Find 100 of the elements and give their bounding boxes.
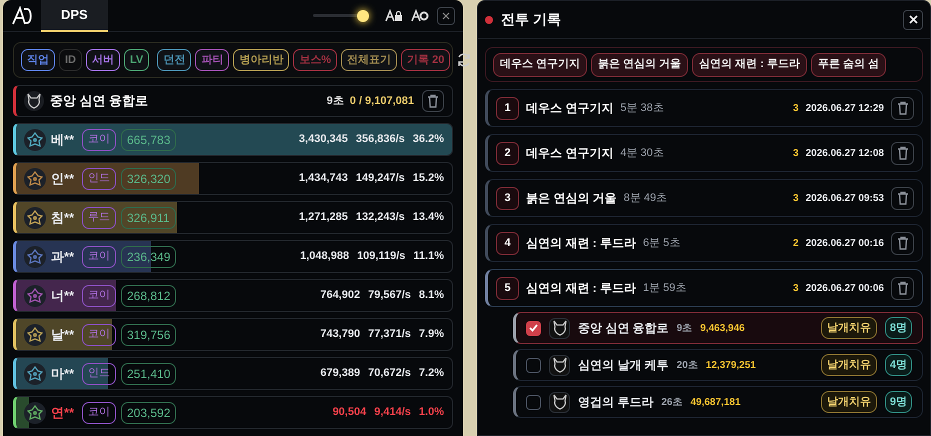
damage-per-second: 79,567/s	[368, 288, 411, 304]
record-row[interactable]: 1 데우스 연구기지 5분 38초 3 2026.06.27 12:29	[485, 89, 923, 127]
close-icon	[908, 15, 918, 24]
player-row[interactable]: 너** 코이 268,812 764,902 79,567/s 8.1%	[13, 279, 453, 312]
emblem-icon	[24, 362, 46, 384]
record-duration: 5분 38초	[620, 100, 664, 116]
damage-share: 7.9%	[418, 327, 444, 342]
delete-button[interactable]	[891, 142, 914, 164]
emblem-icon	[24, 284, 46, 306]
power-tag: 319,756	[121, 324, 176, 346]
record-datetime: 2026.06.27 00:16	[806, 236, 884, 250]
party-size-tag: 8명	[884, 317, 912, 339]
player-row[interactable]: 마** 인드 251,410 679,389 70,672/s 7.2%	[13, 357, 453, 390]
damage-share: 15.2%	[412, 171, 444, 186]
dungeon-tag[interactable]: 푸른 숨의 섬	[811, 52, 886, 76]
record-row[interactable]: 4 심연의 재련 : 루드라 6분 5초 2 2026.06.27 00:16	[485, 224, 923, 262]
player-row[interactable]: 과** 코이 236,349 1,048,988 109,119/s 11.1%	[13, 240, 453, 273]
record-count: 3	[793, 146, 799, 160]
record-datetime: 2026.06.27 12:08	[806, 146, 884, 160]
refresh-icon[interactable]	[456, 52, 472, 68]
record-duration: 4분 30초	[620, 146, 664, 161]
class-tag: 인드	[82, 168, 116, 190]
dungeon-tag[interactable]: 데우스 연구기지	[493, 52, 588, 76]
font-settings-icon[interactable]	[411, 8, 429, 22]
record-name: 심연의 재련 : 루드라	[526, 235, 636, 252]
class-tag: 루드	[82, 206, 116, 228]
record-name: 붉은 연심의 거울	[526, 190, 617, 207]
player-name: 연**	[51, 404, 76, 422]
player-name: 침**	[51, 208, 76, 227]
damage-per-second: 70,672/s	[368, 366, 411, 382]
record-row[interactable]: 5 심연의 재련 : 루드라 1분 59초 3 2026.06.27 00:06	[485, 269, 923, 307]
record-datetime: 2026.06.27 00:06	[806, 282, 884, 296]
delete-button[interactable]	[891, 232, 914, 254]
record-number: 5	[496, 276, 519, 300]
record-number: 1	[496, 96, 519, 120]
horned-head-icon	[550, 319, 568, 337]
dps-tab[interactable]: DPS	[41, 0, 108, 32]
emblem-icon	[24, 324, 46, 346]
font-lock-icon[interactable]	[385, 8, 403, 22]
record-name: 데우스 연구기지	[526, 145, 614, 162]
check-icon	[529, 324, 538, 332]
player-row[interactable]: 날** 코이 319,756 743,790 77,371/s 7.9%	[13, 318, 453, 351]
filter-chip[interactable]: 파티	[195, 49, 230, 71]
horned-head-icon	[25, 92, 43, 110]
total-damage: 679,389	[320, 366, 360, 382]
power-tag: 251,410	[121, 362, 176, 384]
delete-button[interactable]	[891, 276, 914, 300]
boss-time: 9초	[676, 322, 692, 336]
power-tag: 268,812	[121, 284, 176, 306]
delete-button[interactable]	[891, 186, 914, 210]
filter-chip[interactable]: 던전	[157, 49, 192, 71]
emblem-icon	[24, 128, 46, 150]
delete-button[interactable]	[422, 90, 444, 112]
boss-time: 9초	[326, 94, 344, 109]
boss-time: 20초	[676, 358, 698, 372]
damage-per-second: 356,836/s	[356, 132, 405, 148]
dungeon-tag[interactable]: 심연의 재련 : 루드라	[692, 52, 808, 76]
boss-record-row[interactable]: 중앙 심연 융합로 9초 9,463,946 날개치유 8명	[513, 312, 923, 344]
checkbox[interactable]	[526, 320, 541, 336]
class-tag: 코이	[82, 402, 116, 424]
player-row[interactable]: 연** 코이 203,592 90,504 9,414/s 1.0%	[13, 396, 453, 429]
boss-name: 중앙 심연 융합로	[578, 320, 669, 337]
trash-icon	[896, 236, 908, 250]
horned-head-icon	[550, 393, 568, 411]
delete-button[interactable]	[891, 96, 914, 120]
damage-share: 13.4%	[412, 210, 444, 226]
filter-chip[interactable]: 직업	[21, 49, 55, 71]
record-row[interactable]: 3 붉은 연심의 거울 8분 49초 3 2026.06.27 09:53	[485, 179, 923, 217]
boss-time: 26초	[661, 396, 682, 410]
player-row[interactable]: 침** 루드 326,911 1,271,285 132,243/s 13.4%	[13, 201, 453, 234]
filter-chip[interactable]: 전체표기	[341, 49, 398, 71]
close-button[interactable]	[903, 10, 923, 30]
record-count: 2	[793, 236, 799, 250]
damage-share: 7.2%	[418, 366, 444, 382]
filter-chip[interactable]: LV	[124, 49, 150, 71]
boss-record-row[interactable]: 심연의 날개 케투 20초 12,379,251 날개치유 4명	[513, 349, 923, 381]
filter-chip[interactable]: 서버	[86, 49, 120, 71]
checkbox[interactable]	[526, 394, 541, 410]
power-tag: 203,592	[121, 402, 176, 424]
slider-thumb[interactable]	[357, 10, 369, 22]
player-row[interactable]: 인** 인드 326,320 1,434,743 149,247/s 15.2%	[13, 162, 453, 195]
player-row[interactable]: 베** 코이 665,783 3,430,345 356,836/s 36.2%	[13, 123, 453, 156]
dungeon-tag[interactable]: 붉은 연심의 거울	[591, 52, 688, 76]
trash-icon	[427, 94, 439, 108]
record-row[interactable]: 2 데우스 연구기지 4분 30초 3 2026.06.27 12:08	[485, 134, 923, 172]
record-count: 3	[793, 102, 799, 116]
record-number: 2	[496, 142, 519, 164]
filter-chip[interactable]: 병아리반	[233, 49, 290, 71]
record-number: 4	[496, 232, 519, 254]
class-tag: 코이	[82, 324, 116, 346]
player-name: 마**	[51, 364, 76, 383]
class-tag: 코이	[82, 284, 116, 306]
checkbox[interactable]	[526, 358, 541, 372]
opacity-slider[interactable]	[313, 10, 369, 22]
record-datetime: 2026.06.27 12:29	[806, 102, 884, 116]
boss-record-row[interactable]: 영겁의 루드라 26초 49,687,181 날개치유 9명	[513, 386, 923, 418]
damage-per-second: 109,119/s	[357, 249, 406, 264]
boss-hp: 0 / 9,107,081	[350, 94, 414, 109]
filter-chip[interactable]: ID	[59, 49, 82, 71]
total-damage: 3,430,345	[298, 132, 348, 148]
